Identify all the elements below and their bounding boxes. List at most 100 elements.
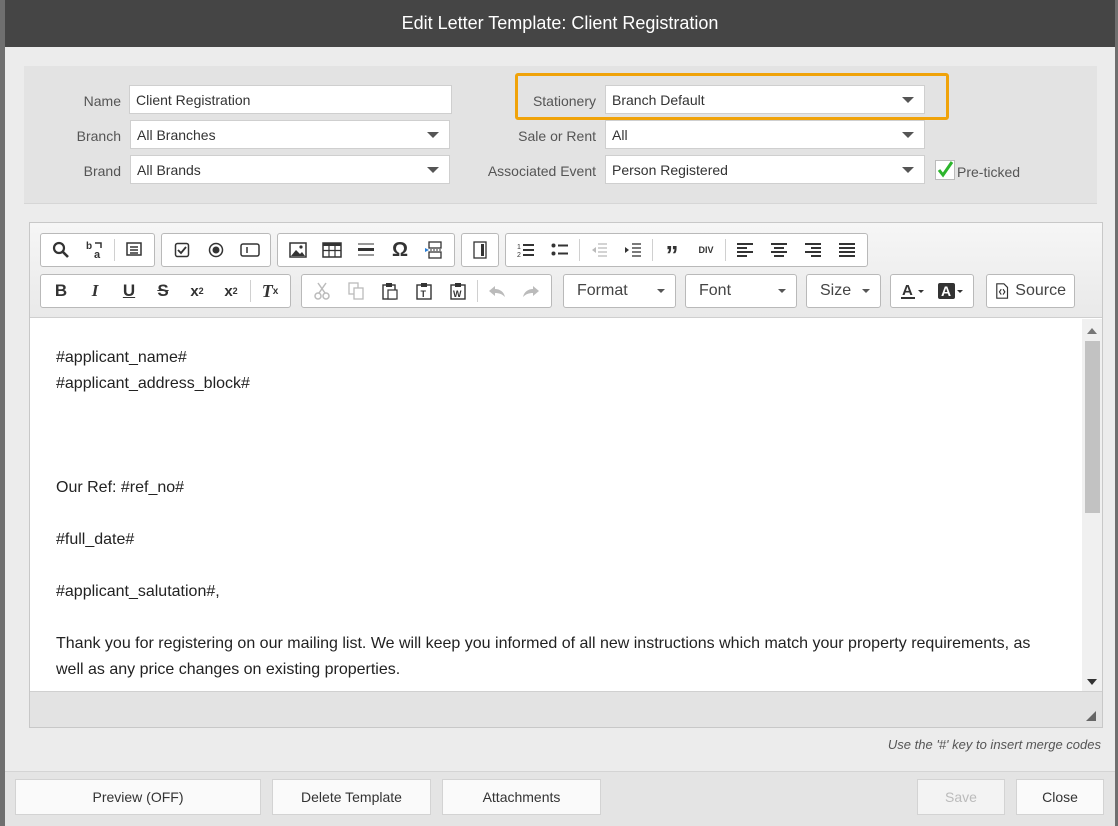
scroll-up-icon[interactable] [1087, 328, 1097, 334]
page-break-icon[interactable] [417, 235, 451, 265]
horizontal-rule-icon[interactable] [349, 235, 383, 265]
toolbar-group-find: ba [40, 233, 155, 267]
font-select[interactable]: Font [685, 274, 797, 308]
save-button[interactable]: Save [917, 779, 1005, 815]
format-label: Format [577, 282, 628, 299]
scroll-thumb[interactable] [1085, 341, 1100, 513]
sale-or-rent-value: All [612, 126, 628, 143]
svg-text:b: b [86, 241, 92, 252]
format-select[interactable]: Format [563, 274, 676, 308]
rich-text-editor: ba Ω 1 2 ” DIV B I U S x 2 x 2 T x T W F… [29, 222, 1103, 728]
iframe-icon[interactable] [463, 235, 497, 265]
dialog-title: Edit Letter Template: Client Registratio… [5, 0, 1115, 47]
attachments-button[interactable]: Attachments [442, 779, 601, 815]
font-label: Font [699, 282, 732, 299]
blockquote-icon[interactable]: ” [655, 235, 689, 270]
chevron-down-icon [778, 289, 786, 293]
pre-ticked-checkbox[interactable] [935, 160, 955, 180]
strike-icon[interactable]: S [146, 276, 180, 306]
align-right-icon[interactable] [796, 235, 830, 265]
indent-icon[interactable] [616, 235, 650, 265]
content-line: #applicant_salutation#, [56, 583, 220, 600]
bulleted-list-icon[interactable] [543, 235, 577, 265]
image-icon[interactable] [281, 235, 315, 265]
edit-template-dialog: Edit Letter Template: Client Registratio… [5, 0, 1115, 826]
editor-scrollbar[interactable] [1082, 319, 1102, 691]
textfield-icon[interactable] [233, 235, 267, 265]
svg-text:A: A [902, 282, 913, 299]
text-color-icon[interactable]: A [894, 276, 932, 306]
name-input[interactable]: Client Registration [129, 85, 452, 114]
toolbar-separator [725, 239, 726, 261]
chevron-down-icon [902, 166, 914, 173]
bg-color-icon[interactable]: A [932, 276, 970, 306]
brand-select[interactable]: All Brands [130, 155, 450, 184]
merge-code-hint: Use the '#' key to insert merge codes [887, 737, 1101, 752]
editor-toolbar: ba Ω 1 2 ” DIV B I U S x 2 x 2 T x T W F… [30, 223, 1102, 318]
editor-content[interactable]: #applicant_name# #applicant_address_bloc… [30, 319, 1082, 691]
branch-label: Branch [76, 128, 121, 144]
chevron-down-icon [862, 289, 870, 293]
select-all-icon[interactable] [117, 235, 151, 265]
delete-template-button[interactable]: Delete Template [272, 779, 431, 815]
pre-ticked-label: Pre-ticked [957, 164, 1021, 180]
branch-select[interactable]: All Branches [130, 120, 450, 149]
svg-text:a: a [94, 249, 101, 260]
close-button[interactable]: Close [1016, 779, 1104, 815]
superscript-icon[interactable]: x2 [214, 276, 248, 306]
table-icon[interactable] [315, 235, 349, 265]
preview-button[interactable]: Preview (OFF) [15, 779, 261, 815]
toolbar-group-forms [161, 233, 271, 267]
italic-icon[interactable]: I [78, 276, 112, 306]
div-icon[interactable]: DIV [689, 235, 723, 265]
undo-icon[interactable] [480, 276, 514, 306]
size-select[interactable]: Size [806, 274, 881, 308]
numbered-list-icon[interactable]: 12 [509, 235, 543, 265]
toolbar-group-basic-styles: B I U S x2 x2 Tx [40, 274, 291, 308]
find-icon[interactable] [44, 235, 78, 265]
align-center-icon[interactable] [762, 235, 796, 265]
paste-word-icon[interactable]: W [441, 276, 475, 306]
align-left-icon[interactable] [728, 235, 762, 265]
stationery-highlight [515, 73, 949, 120]
scroll-down-icon[interactable] [1087, 679, 1097, 685]
source-button[interactable]: Source [986, 274, 1075, 308]
content-line: #applicant_address_block# [56, 375, 250, 392]
content-line: Thank you for registering on our mailing… [56, 635, 1031, 652]
replace-icon[interactable]: ba [78, 235, 112, 265]
toolbar-group-iframe [461, 233, 499, 267]
bold-icon[interactable]: B [44, 276, 78, 306]
content-line: well as any price changes on existing pr… [56, 661, 401, 678]
chevron-down-icon [902, 131, 914, 138]
svg-text:2: 2 [517, 252, 521, 258]
source-label: Source [1015, 282, 1066, 299]
remove-format-icon[interactable]: Tx [253, 276, 287, 306]
checkbox-icon[interactable] [165, 235, 199, 265]
resize-handle-icon[interactable] [1086, 711, 1096, 721]
special-char-icon[interactable]: Ω [383, 235, 417, 265]
justify-icon[interactable] [830, 235, 864, 265]
chevron-down-icon [427, 166, 439, 173]
chevron-down-icon [427, 131, 439, 138]
outdent-icon[interactable] [582, 235, 616, 265]
paste-icon[interactable] [373, 276, 407, 306]
source-icon [996, 283, 1009, 299]
underline-icon[interactable]: U [112, 276, 146, 306]
toolbar-separator [477, 280, 478, 302]
toolbar-group-colors: A A [890, 274, 974, 308]
radio-icon[interactable] [199, 235, 233, 265]
copy-icon[interactable] [339, 276, 373, 306]
subscript-icon[interactable]: x2 [180, 276, 214, 306]
associated-event-select[interactable]: Person Registered [605, 155, 925, 184]
toolbar-group-clipboard: T W [301, 274, 552, 308]
redo-icon[interactable] [514, 276, 548, 306]
svg-text:W: W [453, 289, 462, 299]
brand-label: Brand [83, 163, 121, 179]
cut-icon[interactable] [305, 276, 339, 306]
paste-text-icon[interactable]: T [407, 276, 441, 306]
toolbar-group-insert: Ω [277, 233, 455, 267]
sale-or-rent-select[interactable]: All [605, 120, 925, 149]
